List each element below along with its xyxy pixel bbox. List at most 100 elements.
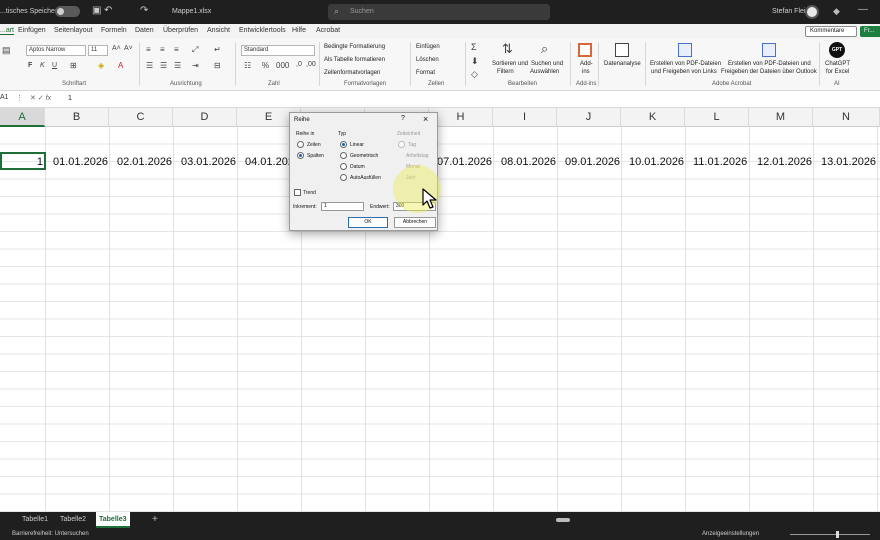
- fill-color-icon[interactable]: ◈: [98, 61, 104, 70]
- column-header-k[interactable]: K: [621, 108, 685, 127]
- horizontal-scrollbar[interactable]: [553, 518, 873, 522]
- sort-filter-label-2[interactable]: Filtern: [497, 69, 514, 75]
- cancel-button[interactable]: Abbrechen: [394, 217, 436, 228]
- currency-icon[interactable]: ☷: [244, 61, 251, 70]
- cell-d1[interactable]: 03.01.2026: [181, 154, 236, 170]
- column-header-a[interactable]: A: [0, 108, 45, 127]
- cell-i1[interactable]: 08.01.2026: [501, 154, 556, 170]
- column-header-c[interactable]: C: [109, 108, 173, 127]
- decrease-decimal-icon[interactable]: ,00: [306, 61, 316, 68]
- italic-icon[interactable]: K: [40, 62, 45, 69]
- radio-day[interactable]: [398, 141, 405, 148]
- radio-autofill-label[interactable]: AutoAusfüllen: [350, 175, 381, 181]
- tab-review[interactable]: Überprüfen: [163, 27, 198, 34]
- align-middle-icon[interactable]: ≡: [160, 45, 165, 54]
- find-select-icon[interactable]: ⌕: [541, 41, 548, 57]
- radio-autofill[interactable]: [340, 174, 347, 181]
- format-cells-button[interactable]: Format: [416, 70, 435, 76]
- cell-b1[interactable]: 01.01.2026: [53, 154, 108, 170]
- radio-rows-label[interactable]: Zeilen: [307, 142, 321, 148]
- addins-label-2[interactable]: ins: [582, 69, 590, 75]
- name-box-dropdown-icon[interactable]: ⋮: [16, 94, 23, 102]
- radio-columns-label[interactable]: Spalten: [307, 153, 324, 159]
- zoom-slider-knob[interactable]: [836, 531, 839, 538]
- column-header-h[interactable]: H: [429, 108, 493, 127]
- radio-geometric-label[interactable]: Geometrisch: [350, 153, 378, 159]
- scrollbar-thumb[interactable]: [556, 518, 570, 522]
- pdf-outlook-icon[interactable]: [762, 43, 776, 57]
- radio-geometric[interactable]: [340, 152, 347, 159]
- trend-label[interactable]: Trend: [303, 190, 316, 196]
- radio-linear[interactable]: [340, 141, 347, 148]
- help-icon[interactable]: ?: [401, 115, 405, 122]
- number-format-field[interactable]: Standard: [241, 45, 315, 56]
- radio-day-label[interactable]: Tag: [408, 142, 416, 148]
- radio-rows[interactable]: [297, 141, 304, 148]
- chatgpt-label-2[interactable]: for Excel: [826, 69, 849, 75]
- sheet-tab-1[interactable]: Tabelle1: [22, 516, 48, 523]
- column-header-l[interactable]: L: [685, 108, 749, 127]
- radio-linear-label[interactable]: Linear: [350, 142, 364, 148]
- tab-help[interactable]: Hilfe: [292, 27, 306, 34]
- column-header-d[interactable]: D: [173, 108, 237, 127]
- trend-checkbox[interactable]: [294, 189, 301, 196]
- find-select-label-1[interactable]: Suchen und: [531, 61, 563, 67]
- increase-decimal-icon[interactable]: ,0: [296, 61, 302, 68]
- shrink-font-icon[interactable]: A˅: [124, 45, 133, 52]
- radio-date[interactable]: [340, 163, 347, 170]
- font-size-field[interactable]: 11: [88, 45, 108, 56]
- addins-icon[interactable]: [578, 43, 592, 57]
- sheet-tab-3[interactable]: Tabelle3: [96, 512, 130, 528]
- zoom-slider[interactable]: [790, 534, 870, 535]
- cell-k1[interactable]: 10.01.2026: [629, 154, 684, 170]
- data-analysis-icon[interactable]: [615, 43, 629, 57]
- align-top-icon[interactable]: ≡: [146, 45, 151, 54]
- clear-icon[interactable]: ◇: [471, 69, 478, 80]
- cell-n1[interactable]: 13.01.2026: [821, 154, 876, 170]
- redo-icon[interactable]: ↷: [140, 5, 148, 16]
- bold-icon[interactable]: F: [28, 62, 32, 69]
- align-center-icon[interactable]: ☰: [160, 61, 167, 70]
- display-settings[interactable]: Anzeigeeinstellungen: [702, 531, 759, 537]
- find-select-label-2[interactable]: Auswählen: [530, 69, 559, 75]
- radio-columns[interactable]: [297, 152, 304, 159]
- tab-formulas[interactable]: Formeln: [101, 27, 127, 34]
- merge-icon[interactable]: ⊟: [214, 61, 221, 70]
- cell-j1[interactable]: 09.01.2026: [565, 154, 620, 170]
- ok-button[interactable]: OK: [348, 217, 388, 228]
- autosave-toggle[interactable]: [55, 6, 80, 17]
- sort-filter-label-1[interactable]: Sortieren und: [492, 61, 528, 67]
- column-header-m[interactable]: M: [749, 108, 813, 127]
- delete-cells-button[interactable]: Löschen: [416, 57, 439, 63]
- cell-c1[interactable]: 02.01.2026: [117, 154, 172, 170]
- avatar[interactable]: [805, 5, 819, 19]
- search-box[interactable]: ⌕ Suchen: [328, 4, 550, 20]
- save-icon[interactable]: ▣: [92, 5, 101, 16]
- tab-developer[interactable]: Entwicklertools: [239, 27, 286, 34]
- close-icon[interactable]: ×: [423, 114, 428, 124]
- borders-icon[interactable]: ⊞: [70, 61, 77, 70]
- wrap-text-icon[interactable]: ↵: [214, 45, 221, 54]
- align-right-icon[interactable]: ☰: [174, 61, 181, 70]
- conditional-format-button[interactable]: Bedingte Formatierung: [324, 44, 385, 50]
- pdf-links-label-1[interactable]: Erstellen von PDF-Dateien: [650, 61, 721, 67]
- copilot-icon[interactable]: ◆: [833, 6, 840, 17]
- increment-input[interactable]: 1: [321, 202, 364, 211]
- underline-icon[interactable]: U: [52, 62, 57, 69]
- column-header-n[interactable]: N: [813, 108, 880, 127]
- cell-h1[interactable]: 07.01.2026: [437, 154, 492, 170]
- pdf-outlook-label-1[interactable]: Erstellen von PDF-Dateien und: [728, 61, 811, 67]
- chatgpt-label-1[interactable]: ChatGPT: [825, 61, 850, 67]
- clipboard-icon[interactable]: ▤: [2, 45, 11, 56]
- column-header-j[interactable]: J: [557, 108, 621, 127]
- comments-button[interactable]: Kommentare: [805, 26, 857, 37]
- user-name[interactable]: Stefan Fleis: [772, 8, 809, 15]
- thousands-icon[interactable]: 000: [276, 61, 289, 70]
- cell-m1[interactable]: 12.01.2026: [757, 154, 812, 170]
- align-bottom-icon[interactable]: ≡: [174, 45, 179, 54]
- sort-filter-icon[interactable]: ⇅: [502, 41, 513, 57]
- formula-actions-icon[interactable]: ✕ ✓ fx: [30, 94, 51, 102]
- tab-data[interactable]: Daten: [135, 27, 154, 34]
- name-box[interactable]: A1: [0, 94, 12, 105]
- percent-icon[interactable]: %: [262, 61, 269, 70]
